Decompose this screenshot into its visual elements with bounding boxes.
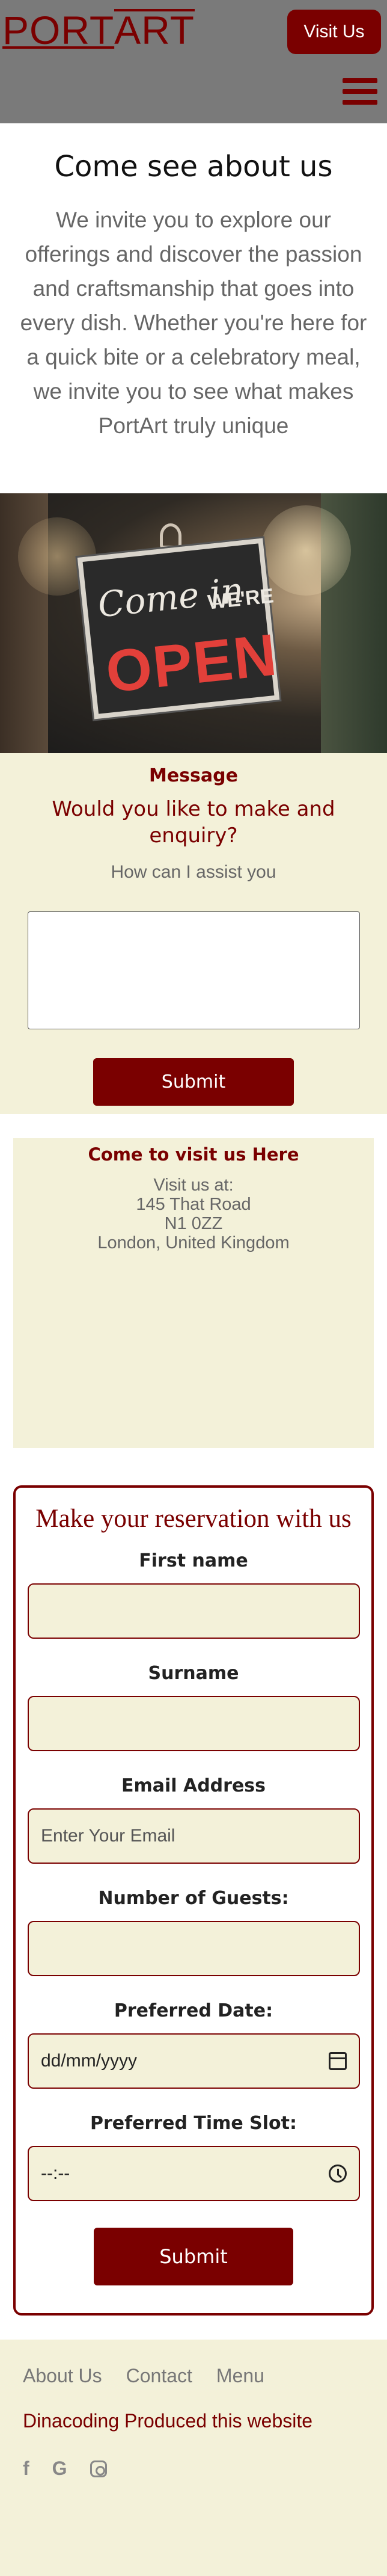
about-body: We invite you to explore our offerings a…: [20, 208, 367, 438]
footer-credit: Dinacoding Produced this website: [23, 2410, 313, 2432]
address: Visit us at: 145 That Road N1 0ZZ London…: [13, 1176, 374, 1253]
message-hint: How can I assist you: [111, 862, 276, 882]
guests-field[interactable]: [28, 1921, 360, 1976]
message-textarea[interactable]: [27, 911, 360, 1029]
instagram-icon[interactable]: [90, 2460, 107, 2477]
site-footer: About Us Contact Menu Dinacoding Produce…: [0, 2340, 387, 2576]
google-icon[interactable]: G: [52, 2457, 67, 2480]
sign-hook: [160, 523, 181, 549]
facebook-icon[interactable]: f: [23, 2457, 29, 2480]
guests-label: Number of Guests:: [98, 1888, 289, 1909]
enquiry-question: Would you like to make and enquiry?: [52, 797, 335, 848]
visit-us-section: Come to visit us Here Visit us at: 145 T…: [13, 1138, 374, 1448]
message-section: Message Would you like to make and enqui…: [0, 753, 387, 1114]
site-header: PORTART Visit Us: [0, 0, 387, 123]
message-submit-button[interactable]: Submit: [93, 1058, 294, 1106]
logo-part-text: PORT: [2, 8, 115, 52]
reservation-submit-button[interactable]: Submit: [94, 2228, 293, 2285]
date-label: Preferred Date:: [114, 2000, 273, 2021]
photo-light: [261, 505, 351, 596]
footer-link-menu[interactable]: Menu: [216, 2365, 264, 2387]
open-sign-photo: Come in WE'RE OPEN: [0, 493, 387, 753]
footer-nav: About Us Contact Menu: [23, 2365, 364, 2387]
email-field[interactable]: Enter Your Email: [28, 1808, 360, 1864]
logo[interactable]: PORTART: [2, 8, 195, 52]
hamburger-menu-icon[interactable]: [343, 75, 377, 108]
logo-art-text: ART: [114, 8, 195, 52]
visit-title: Come to visit us Here: [88, 1144, 299, 1165]
email-placeholder: Enter Your Email: [41, 1826, 175, 1846]
social-links: f G: [23, 2457, 364, 2480]
address-line: N1 0ZZ: [164, 1214, 223, 1233]
about-title: Come see about us: [54, 150, 333, 183]
menu-bar: [343, 89, 377, 94]
message-label: Message: [149, 765, 238, 786]
surname-label: Surname: [148, 1663, 239, 1684]
time-field[interactable]: --:--: [28, 2146, 360, 2201]
calendar-icon[interactable]: [329, 2052, 347, 2070]
about-section: Come see about us We invite you to explo…: [0, 123, 387, 493]
footer-link-contact[interactable]: Contact: [126, 2365, 192, 2387]
open-sign: Come in WE'RE OPEN: [77, 538, 281, 719]
email-label: Email Address: [121, 1775, 266, 1796]
date-placeholder: dd/mm/yyyy: [41, 2051, 138, 2071]
address-line: Visit us at:: [153, 1176, 234, 1195]
reservation-title: Make your reservation with us: [35, 1505, 352, 1533]
menu-bar: [343, 78, 377, 83]
sign-open-text: OPEN: [103, 621, 281, 705]
visit-us-button[interactable]: Visit Us: [287, 10, 381, 54]
address-line: London, United Kingdom: [97, 1233, 290, 1253]
address-line: 145 That Road: [136, 1195, 251, 1214]
date-field[interactable]: dd/mm/yyyy: [28, 2033, 360, 2089]
first-name-label: First name: [139, 1550, 248, 1571]
surname-field[interactable]: [28, 1696, 360, 1751]
footer-link-about[interactable]: About Us: [23, 2365, 102, 2387]
reservation-form: Make your reservation with us First name…: [13, 1485, 374, 2316]
menu-bar: [343, 100, 377, 105]
time-label: Preferred Time Slot:: [90, 2113, 297, 2134]
time-placeholder: --:--: [41, 2163, 70, 2183]
clock-icon[interactable]: [329, 2165, 347, 2183]
first-name-field[interactable]: [28, 1583, 360, 1639]
